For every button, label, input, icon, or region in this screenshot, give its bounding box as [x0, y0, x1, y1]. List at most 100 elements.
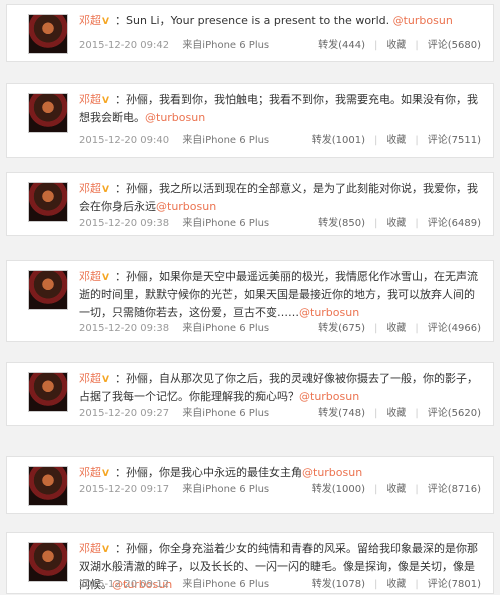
- mention-link[interactable]: @turbosun: [145, 111, 205, 124]
- avatar[interactable]: [28, 542, 68, 582]
- favorite-button[interactable]: 收藏: [386, 135, 406, 146]
- post-time[interactable]: 2015-12-20 09:38: [79, 218, 169, 229]
- post-card: 邓超V ：孙俪，我之所以活到现在的全部意义，是为了此刻能对你说，我爱你，我会在你身…: [6, 172, 494, 236]
- avatar[interactable]: [28, 14, 68, 54]
- post-meta: 2015-12-20 09:40 来自iPhone 6 Plus 转发(1001…: [79, 134, 481, 148]
- favorite-button[interactable]: 收藏: [386, 218, 406, 229]
- repost-button[interactable]: 转发(850): [318, 218, 365, 229]
- divider: |: [373, 408, 378, 419]
- divider: |: [415, 135, 419, 146]
- divider: |: [373, 40, 378, 51]
- avatar[interactable]: [28, 93, 68, 133]
- post-actions: 转发(1078) | 收藏 | 评论(7801): [312, 578, 481, 592]
- vip-badge-icon: V: [102, 273, 109, 283]
- repost-button[interactable]: 转发(1001): [312, 135, 365, 146]
- post-card: 邓超V ：孙俪，我看到你，我怕触电；我看不到你，我需要充电。如果没有你，我想我会断…: [6, 83, 494, 158]
- divider: |: [373, 579, 378, 590]
- post-meta: 2015-12-20 09:12 来自iPhone 6 Plus 转发(1078…: [79, 578, 481, 592]
- mention-link[interactable]: @turbosun: [302, 466, 362, 479]
- avatar[interactable]: [28, 270, 68, 310]
- post-card: 邓超V ：孙俪，你是我心中永远的最佳女主角@turbosun 2015-12-20…: [6, 456, 494, 514]
- comment-button[interactable]: 评论(7801): [428, 579, 481, 590]
- post-source: 来自iPhone 6 Plus: [182, 218, 270, 229]
- divider: |: [415, 484, 419, 495]
- divider: |: [373, 218, 378, 229]
- author-name[interactable]: 邓超: [79, 372, 101, 385]
- post-actions: 转发(1001) | 收藏 | 评论(7511): [312, 134, 481, 148]
- mention-link[interactable]: @turbosun: [299, 306, 359, 319]
- post-text: 邓超V ：孙俪，如果你是天空中最遥远美丽的极光，我情愿化作冰雪山，在无声流逝的时间…: [79, 268, 481, 322]
- post-source: 来自iPhone 6 Plus: [182, 40, 270, 51]
- post-time[interactable]: 2015-12-20 09:40: [79, 135, 169, 146]
- vip-badge-icon: V: [102, 17, 109, 27]
- post-time[interactable]: 2015-12-20 09:27: [79, 408, 169, 419]
- post-content: ：孙俪，自从那次见了你之后，我的灵魂好像被你摄去了一般，你的影子，占据了我每一个…: [79, 372, 478, 403]
- divider: |: [373, 135, 378, 146]
- divider: |: [415, 323, 419, 334]
- divider: |: [373, 323, 378, 334]
- author-name[interactable]: 邓超: [79, 182, 101, 195]
- divider: |: [415, 218, 419, 229]
- favorite-button[interactable]: 收藏: [386, 40, 406, 51]
- post-actions: 转发(850) | 收藏 | 评论(6489): [318, 217, 481, 231]
- mention-link[interactable]: @turbosun: [393, 14, 453, 27]
- post-meta: 2015-12-20 09:42 来自iPhone 6 Plus 转发(444)…: [79, 39, 481, 53]
- repost-button[interactable]: 转发(1000): [312, 484, 365, 495]
- comment-button[interactable]: 评论(5620): [428, 408, 481, 419]
- post-content: ：孙俪，如果你是天空中最遥远美丽的极光，我情愿化作冰雪山，在无声流逝的时间里，默…: [79, 270, 478, 319]
- divider: |: [415, 408, 419, 419]
- post-source: 来自iPhone 6 Plus: [182, 408, 270, 419]
- post-source: 来自iPhone 6 Plus: [182, 135, 270, 146]
- comment-button[interactable]: 评论(5680): [428, 40, 481, 51]
- vip-badge-icon: V: [102, 545, 109, 555]
- post-time[interactable]: 2015-12-20 09:12: [79, 579, 169, 590]
- avatar[interactable]: [28, 182, 68, 222]
- post-source: 来自iPhone 6 Plus: [182, 579, 270, 590]
- comment-button[interactable]: 评论(6489): [428, 218, 481, 229]
- avatar[interactable]: [28, 372, 68, 412]
- comment-button[interactable]: 评论(4966): [428, 323, 481, 334]
- divider: |: [415, 579, 419, 590]
- favorite-button[interactable]: 收藏: [386, 579, 406, 590]
- mention-link[interactable]: @turbosun: [299, 390, 359, 403]
- vip-badge-icon: V: [102, 469, 109, 479]
- post-content: ：孙俪，你是我心中永远的最佳女主角: [115, 466, 302, 479]
- comment-button[interactable]: 评论(8716): [428, 484, 481, 495]
- post-text: 邓超V ：Sun Li，Your presence is a present to…: [79, 12, 481, 30]
- repost-button[interactable]: 转发(748): [318, 408, 365, 419]
- post-content: ：孙俪，我看到你，我怕触电；我看不到你，我需要充电。如果没有你，我想我会断电。: [79, 93, 478, 124]
- favorite-button[interactable]: 收藏: [386, 408, 406, 419]
- post-text: 邓超V ：孙俪，我之所以活到现在的全部意义，是为了此刻能对你说，我爱你，我会在你身…: [79, 180, 481, 216]
- author-name[interactable]: 邓超: [79, 542, 101, 555]
- post-text: 邓超V ：孙俪，自从那次见了你之后，我的灵魂好像被你摄去了一般，你的影子，占据了我…: [79, 370, 481, 406]
- favorite-button[interactable]: 收藏: [386, 323, 406, 334]
- divider: |: [415, 40, 419, 51]
- post-card: 邓超V ：孙俪，如果你是天空中最遥远美丽的极光，我情愿化作冰雪山，在无声流逝的时间…: [6, 260, 494, 342]
- favorite-button[interactable]: 收藏: [386, 484, 406, 495]
- comment-button[interactable]: 评论(7511): [428, 135, 481, 146]
- divider: |: [373, 484, 378, 495]
- post-text: 邓超V ：孙俪，你是我心中永远的最佳女主角@turbosun: [79, 464, 481, 482]
- post-content: ：孙俪，我之所以活到现在的全部意义，是为了此刻能对你说，我爱你，我会在你身后永远: [79, 182, 478, 213]
- post-actions: 转发(1000) | 收藏 | 评论(8716): [312, 483, 481, 497]
- post-text: 邓超V ：孙俪，我看到你，我怕触电；我看不到你，我需要充电。如果没有你，我想我会断…: [79, 91, 481, 127]
- author-name[interactable]: 邓超: [79, 93, 101, 106]
- author-name[interactable]: 邓超: [79, 270, 101, 283]
- post-actions: 转发(444) | 收藏 | 评论(5680): [318, 39, 481, 53]
- post-time[interactable]: 2015-12-20 09:42: [79, 40, 169, 51]
- mention-link[interactable]: @turbosun: [156, 200, 216, 213]
- repost-button[interactable]: 转发(444): [318, 40, 365, 51]
- post-source: 来自iPhone 6 Plus: [182, 484, 270, 495]
- post-time[interactable]: 2015-12-20 09:38: [79, 323, 169, 334]
- post-actions: 转发(748) | 收藏 | 评论(5620): [318, 407, 481, 421]
- author-name[interactable]: 邓超: [79, 14, 101, 27]
- post-meta: 2015-12-20 09:17 来自iPhone 6 Plus 转发(1000…: [79, 483, 481, 497]
- post-time[interactable]: 2015-12-20 09:17: [79, 484, 169, 495]
- author-name[interactable]: 邓超: [79, 466, 101, 479]
- post-meta: 2015-12-20 09:38 来自iPhone 6 Plus 转发(675)…: [79, 322, 481, 336]
- repost-button[interactable]: 转发(675): [318, 323, 365, 334]
- post-meta: 2015-12-20 09:38 来自iPhone 6 Plus 转发(850)…: [79, 217, 481, 231]
- repost-button[interactable]: 转发(1078): [312, 579, 365, 590]
- post-card: 邓超V ：Sun Li，Your presence is a present to…: [6, 4, 494, 62]
- avatar[interactable]: [28, 466, 68, 506]
